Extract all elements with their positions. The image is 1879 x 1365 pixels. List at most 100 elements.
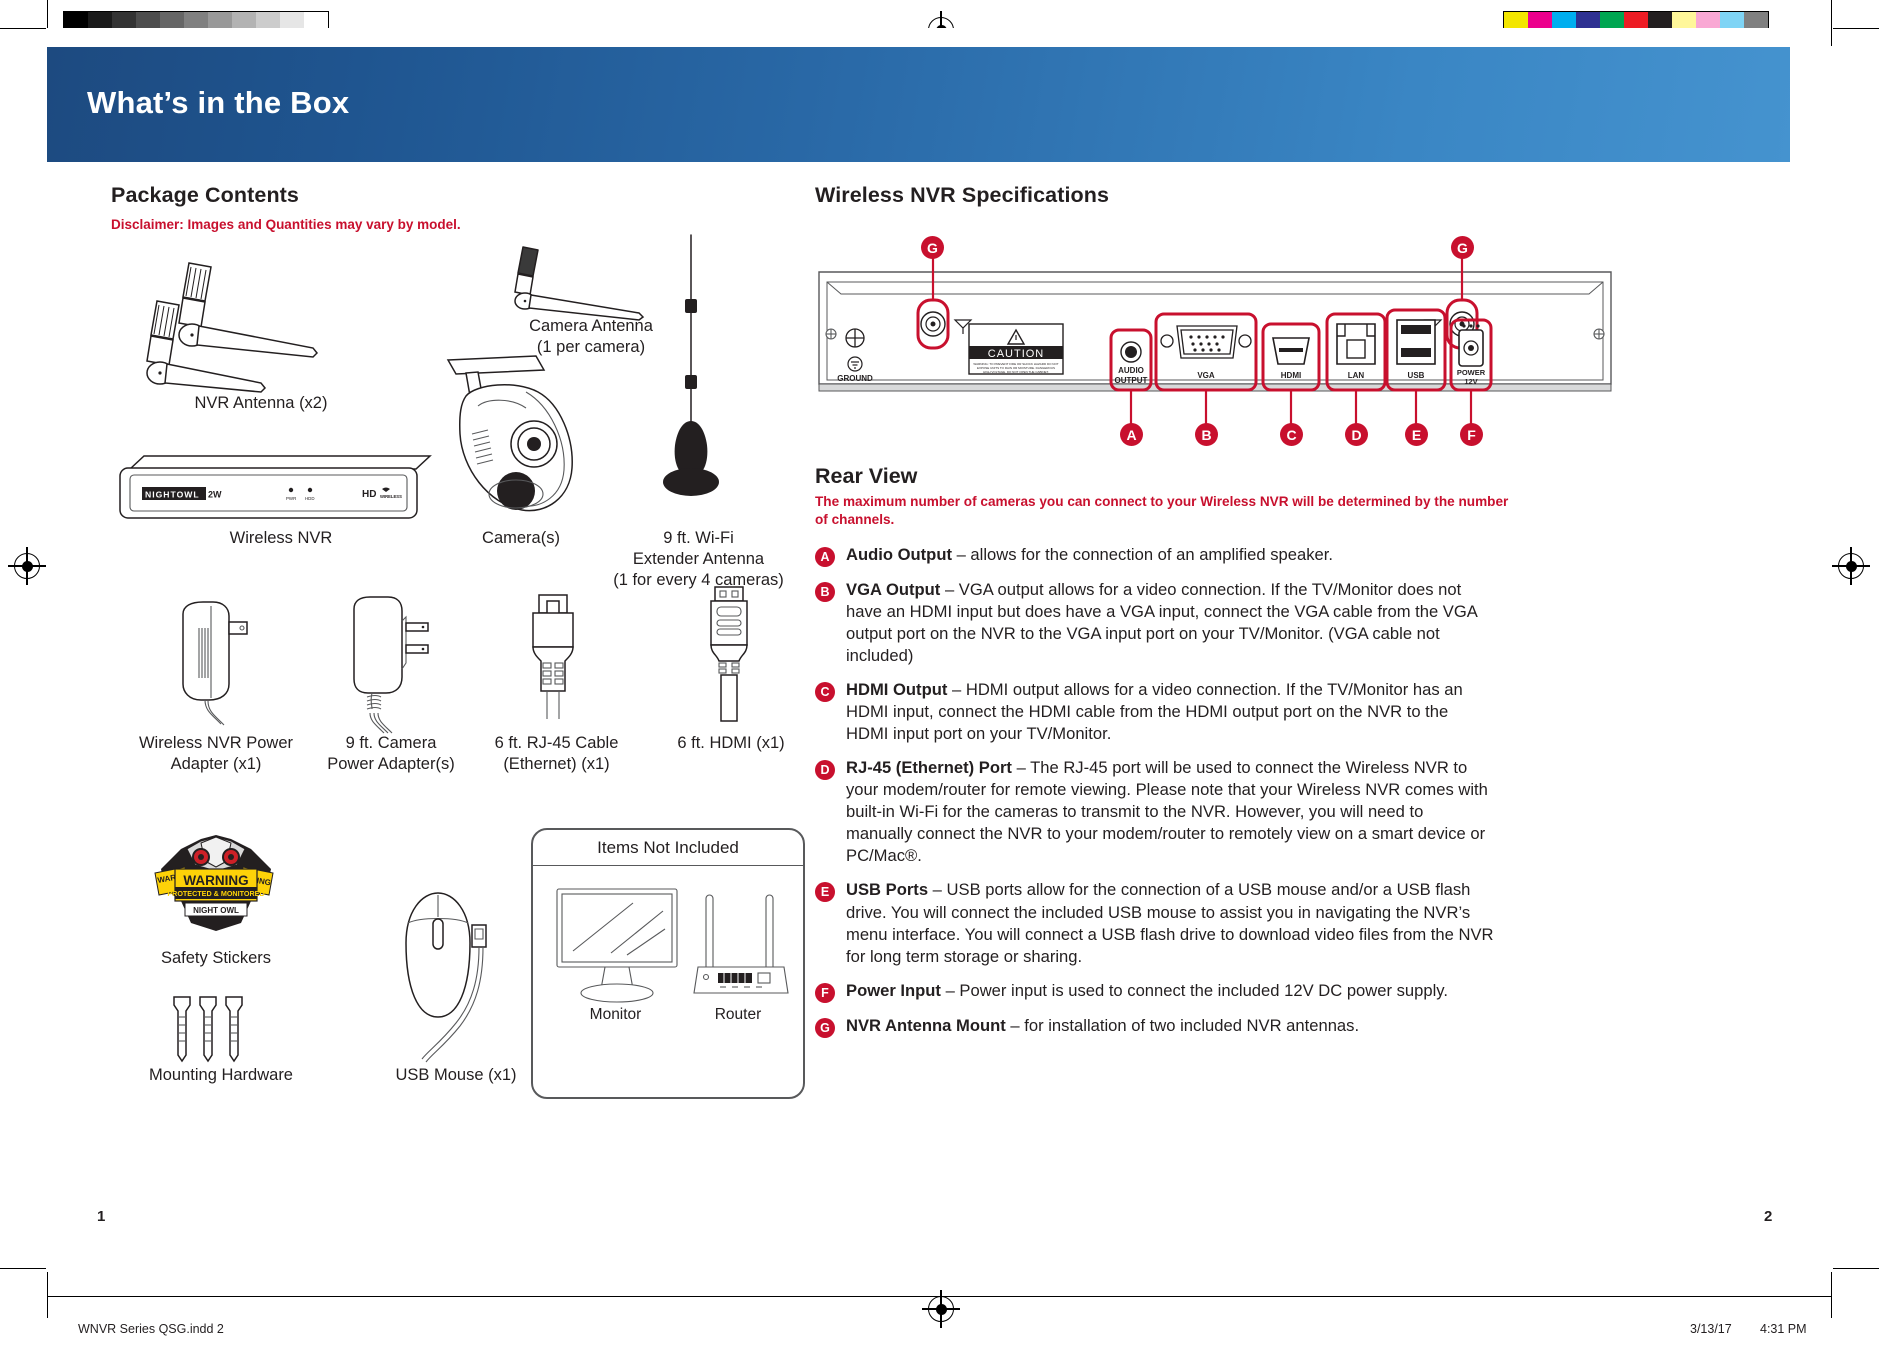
spec-item-hdmi-output: C HDMI Output – HDMI output allows for a… bbox=[815, 679, 1515, 745]
item-label-safety-stickers: Safety Stickers bbox=[160, 949, 272, 967]
spec-item-usb-ports: E USB Ports – USB ports allow for the co… bbox=[815, 879, 1515, 967]
spec-item-nvr-antenna-mount: G NVR Antenna Mount – for installation o… bbox=[815, 1015, 1515, 1038]
spec-text-audio-output: Audio Output – allows for the connection… bbox=[846, 544, 1333, 566]
nvr-power-adapter-illustration bbox=[161, 598, 271, 728]
page-number-left: 1 bbox=[97, 1208, 106, 1225]
svg-text:PROTECTED & MONITORED: PROTECTED & MONITORED bbox=[167, 889, 264, 898]
spec-item-power-input: F Power Input – Power input is used to c… bbox=[815, 980, 1515, 1003]
specs-heading: Wireless NVR Specifications bbox=[815, 183, 1110, 207]
spec-badge-e: E bbox=[815, 882, 835, 903]
footer-time: 4:31 PM bbox=[1760, 1322, 1807, 1336]
callout-badge-c: C bbox=[1280, 423, 1303, 446]
item-label-nvr-antenna: NVR Antenna (x2) bbox=[194, 394, 328, 412]
svg-text:HDD: HDD bbox=[305, 496, 315, 501]
spec-text-power-input: Power Input – Power input is used to con… bbox=[846, 980, 1448, 1002]
monitor-illustration bbox=[553, 885, 681, 1015]
svg-text:NIGHT OWL: NIGHT OWL bbox=[193, 906, 239, 915]
svg-text:NIGHTOWL: NIGHTOWL bbox=[145, 489, 200, 499]
spec-text-vga-output: VGA Output – VGA output allows for a vid… bbox=[846, 579, 1494, 667]
usb-mouse-illustration bbox=[376, 883, 536, 1073]
spec-text-usb-ports: USB Ports – USB ports allow for the conn… bbox=[846, 879, 1494, 967]
crop-mark-top-right-v bbox=[1831, 0, 1832, 46]
specifications-column: Wireless NVR Specifications GROUND CAUTI… bbox=[815, 183, 1815, 1038]
page-title: What’s in the Box bbox=[87, 85, 350, 120]
item-label-mounting-hardware: Mounting Hardware bbox=[149, 1066, 293, 1084]
callout-badge-a: A bbox=[1120, 423, 1143, 446]
svg-text:AUDIO: AUDIO bbox=[1118, 366, 1144, 375]
crop-mark-bottom-left-h bbox=[0, 1268, 46, 1269]
package-contents-column: Package Contents Disclaimer: Images and … bbox=[111, 183, 811, 1099]
spec-title-hdmi-output: HDMI Output bbox=[846, 679, 948, 699]
crop-mark-bottom-left-v bbox=[47, 1272, 48, 1318]
svg-text:HIGH VOLTAGE. DO NOT OPEN THE: HIGH VOLTAGE. DO NOT OPEN THE CABINET. bbox=[983, 370, 1049, 374]
registration-mark-left bbox=[8, 547, 46, 585]
spec-text-nvr-antenna-mount: NVR Antenna Mount – for installation of … bbox=[846, 1015, 1359, 1037]
footer-filename: WNVR Series QSG.indd 2 bbox=[78, 1322, 224, 1336]
rear-view-section: Rear View The maximum number of cameras … bbox=[815, 464, 1515, 1050]
item-label-rj45-l2: (Ethernet) (x1) bbox=[503, 755, 610, 773]
spec-badge-c: C bbox=[815, 681, 835, 702]
crop-mark-bottom-right-h bbox=[1833, 1268, 1879, 1269]
not-included-label-router: Router bbox=[714, 1006, 762, 1023]
svg-text:2W: 2W bbox=[208, 490, 222, 500]
spec-text-hdmi-output: HDMI Output – HDMI output allows for a v… bbox=[846, 679, 1494, 745]
wireless-nvr-illustration: NIGHTOWL 2W PWR HDD HD WIRELESS bbox=[114, 451, 434, 526]
page-canvas: What’s in the Box Package Contents Discl… bbox=[47, 28, 1831, 1268]
spec-title-power-input: Power Input bbox=[846, 980, 941, 1000]
wifi-extender-antenna-illustration bbox=[641, 234, 751, 515]
svg-text:WIRELESS: WIRELESS bbox=[380, 494, 402, 499]
spec-badge-f: F bbox=[815, 982, 835, 1003]
hdmi-cable-illustration bbox=[689, 583, 769, 723]
spec-title-usb-ports: USB Ports bbox=[846, 880, 929, 900]
item-label-usb-mouse: USB Mouse (x1) bbox=[395, 1066, 517, 1084]
rj45-cable-illustration bbox=[511, 591, 601, 721]
spec-item-rj45-port: D RJ-45 (Ethernet) Port – The RJ-45 port… bbox=[815, 757, 1515, 867]
router-illustration bbox=[688, 885, 798, 1015]
svg-text:HD: HD bbox=[362, 489, 376, 500]
svg-text:CAUTION: CAUTION bbox=[988, 348, 1045, 360]
items-not-included-title: Items Not Included bbox=[533, 830, 803, 866]
crop-mark-top-left-h bbox=[0, 28, 46, 29]
spec-title-vga-output: VGA Output bbox=[846, 579, 941, 599]
svg-text:POWER: POWER bbox=[1457, 368, 1486, 377]
spec-body-usb-ports: – USB ports allow for the connection of … bbox=[846, 880, 1494, 966]
registration-mark-right bbox=[1832, 547, 1870, 585]
item-label-hdmi: 6 ft. HDMI (x1) bbox=[677, 734, 785, 752]
rear-view-warning: The maximum number of cameras you can co… bbox=[815, 494, 1509, 528]
package-disclaimer: Disclaimer: Images and Quantities may va… bbox=[111, 217, 461, 232]
svg-text:12V: 12V bbox=[1464, 377, 1477, 386]
spec-badge-d: D bbox=[815, 760, 835, 781]
spec-item-list: A Audio Output – allows for the connecti… bbox=[815, 544, 1515, 1038]
mounting-hardware-illustration bbox=[166, 995, 266, 1070]
item-label-wireless-nvr: Wireless NVR bbox=[229, 529, 333, 547]
spec-body-power-input: – Power input is used to connect the inc… bbox=[940, 980, 1448, 1000]
crop-mark-bottom-right-v bbox=[1831, 1272, 1832, 1318]
spec-item-vga-output: B VGA Output – VGA output allows for a v… bbox=[815, 579, 1515, 667]
spec-item-audio-output: A Audio Output – allows for the connecti… bbox=[815, 544, 1515, 567]
svg-text:VGA: VGA bbox=[1197, 371, 1215, 380]
spec-title-rj45-port: RJ-45 (Ethernet) Port bbox=[846, 758, 1012, 778]
spec-badge-g: G bbox=[815, 1017, 835, 1038]
spec-title-audio-output: Audio Output bbox=[846, 544, 952, 564]
crop-mark-top-right-h bbox=[1833, 28, 1879, 29]
camera-power-adapter-illustration bbox=[336, 593, 446, 734]
page-number-right: 2 bbox=[1764, 1208, 1773, 1225]
nvr-antenna-illustration bbox=[141, 253, 431, 393]
spec-body-vga-output: – VGA output allows for a video connecti… bbox=[846, 579, 1477, 665]
svg-text:GROUND: GROUND bbox=[837, 374, 873, 383]
registration-mark-bottom bbox=[922, 1290, 960, 1328]
spec-body-nvr-antenna-mount: – for installation of two included NVR a… bbox=[1005, 1015, 1360, 1035]
camera-antenna-illustration bbox=[511, 245, 661, 325]
spec-body-audio-output: – allows for the connection of an amplif… bbox=[951, 544, 1333, 564]
callout-badge-f: F bbox=[1460, 423, 1483, 446]
svg-text:OUTPUT: OUTPUT bbox=[1115, 376, 1148, 385]
rear-panel-diagram: GROUND CAUTION WARNING: TO PREVENT FIRE … bbox=[815, 236, 1615, 458]
spec-badge-b: B bbox=[815, 581, 835, 602]
spec-badge-a: A bbox=[815, 546, 835, 567]
svg-text:LAN: LAN bbox=[1348, 371, 1365, 380]
camera-illustration bbox=[426, 348, 616, 528]
callout-badge-e: E bbox=[1405, 423, 1428, 446]
item-label-cameras: Camera(s) bbox=[482, 529, 560, 547]
items-not-included-box: Items Not Included Monitor Router bbox=[531, 828, 805, 1099]
callout-badge-d: D bbox=[1345, 423, 1368, 446]
